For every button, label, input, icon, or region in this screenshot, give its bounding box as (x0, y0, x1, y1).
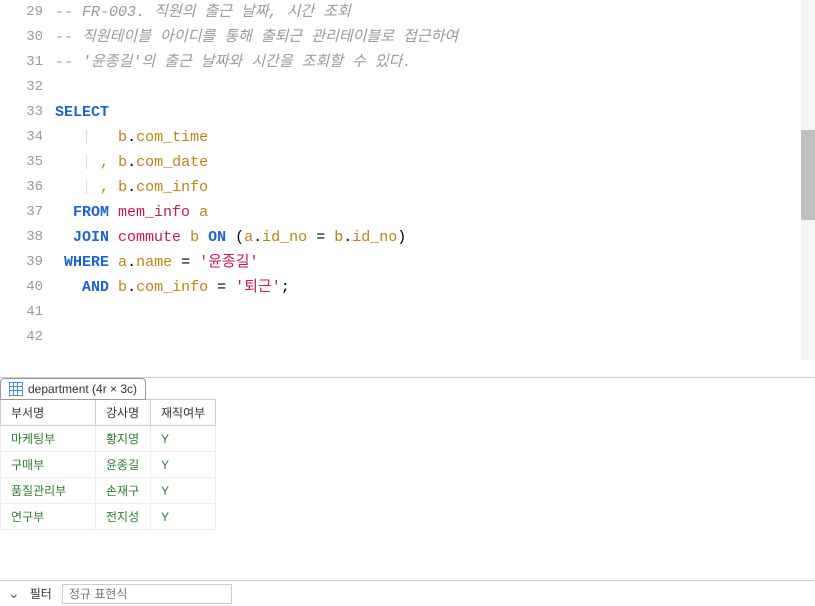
code-line[interactable]: WHERE a.name = '윤종길' (55, 250, 815, 275)
line-number: 30 (0, 25, 43, 50)
column-header[interactable]: 부서명 (1, 400, 96, 426)
code-line[interactable] (55, 75, 815, 100)
result-tab-label: department (4r × 3c) (28, 382, 137, 396)
table-row[interactable]: 연구부전지성Y (1, 504, 216, 530)
code-line[interactable] (55, 325, 815, 350)
code-line[interactable]: JOIN commute b ON (a.id_no = b.id_no) (55, 225, 815, 250)
table-cell[interactable]: 윤종길 (96, 452, 151, 478)
table-cell[interactable]: Y (151, 504, 216, 530)
code-editor[interactable]: 2930313233343536373839404142 -- FR-003. … (0, 0, 815, 360)
code-line[interactable]: FROM mem_info a (55, 200, 815, 225)
results-pane: department (4r × 3c) 부서명강사명재직여부 마케팅부황지영Y… (0, 378, 815, 580)
line-number: 39 (0, 250, 43, 275)
filter-label: 필터 (30, 585, 52, 602)
column-header[interactable]: 재직여부 (151, 400, 216, 426)
table-cell[interactable]: 전지성 (96, 504, 151, 530)
line-number: 29 (0, 0, 43, 25)
code-line[interactable]: | , b.com_info (55, 175, 815, 200)
column-header[interactable]: 강사명 (96, 400, 151, 426)
table-cell[interactable]: 황지영 (96, 426, 151, 452)
scrollbar-thumb[interactable] (801, 130, 815, 220)
table-icon (9, 382, 23, 396)
filter-input[interactable] (62, 584, 232, 604)
line-number: 38 (0, 225, 43, 250)
table-cell[interactable]: 품질관리부 (1, 478, 96, 504)
table-cell[interactable]: 구매부 (1, 452, 96, 478)
results-tab-bar: department (4r × 3c) (0, 378, 815, 400)
line-number: 34 (0, 125, 43, 150)
table-cell[interactable]: 연구부 (1, 504, 96, 530)
line-number: 35 (0, 150, 43, 175)
table-cell[interactable]: Y (151, 426, 216, 452)
table-cell[interactable]: Y (151, 478, 216, 504)
line-number: 42 (0, 325, 43, 350)
line-number: 31 (0, 50, 43, 75)
table-header-row: 부서명강사명재직여부 (1, 400, 216, 426)
line-number: 37 (0, 200, 43, 225)
code-line[interactable]: | , b.com_date (55, 150, 815, 175)
code-line[interactable]: SELECT (55, 100, 815, 125)
chevron-down-icon[interactable]: ⌄ (8, 585, 20, 602)
code-line[interactable] (55, 300, 815, 325)
code-line[interactable]: AND b.com_info = '퇴근'; (55, 275, 815, 300)
line-number: 36 (0, 175, 43, 200)
editor-scrollbar[interactable] (801, 0, 815, 360)
code-line[interactable]: -- 직원테이블 아이디를 통해 출퇴근 관리테이블로 접근하여 (55, 25, 815, 50)
line-number: 32 (0, 75, 43, 100)
code-content[interactable]: -- FR-003. 직원의 출근 날짜, 시간 조회-- 직원테이블 아이디를… (55, 0, 815, 360)
table-row[interactable]: 품질관리부손재구Y (1, 478, 216, 504)
table-row[interactable]: 마케팅부황지영Y (1, 426, 216, 452)
line-number-gutter: 2930313233343536373839404142 (0, 0, 55, 360)
line-number: 41 (0, 300, 43, 325)
table-body: 마케팅부황지영Y구매부윤종길Y품질관리부손재구Y연구부전지성Y (1, 426, 216, 530)
code-line[interactable]: -- FR-003. 직원의 출근 날짜, 시간 조회 (55, 0, 815, 25)
code-line[interactable]: | b.com_time (55, 125, 815, 150)
table-row[interactable]: 구매부윤종길Y (1, 452, 216, 478)
result-tab-department[interactable]: department (4r × 3c) (0, 378, 146, 400)
table-cell[interactable]: 마케팅부 (1, 426, 96, 452)
line-number: 40 (0, 275, 43, 300)
code-line[interactable]: -- '윤종길'의 출근 날짜와 시간을 조회할 수 있다. (55, 50, 815, 75)
table-cell[interactable]: 손재구 (96, 478, 151, 504)
filter-bar: ⌄ 필터 (0, 580, 815, 606)
pane-divider[interactable] (0, 360, 815, 378)
results-table: 부서명강사명재직여부 마케팅부황지영Y구매부윤종길Y품질관리부손재구Y연구부전지… (0, 399, 216, 530)
table-cell[interactable]: Y (151, 452, 216, 478)
line-number: 33 (0, 100, 43, 125)
